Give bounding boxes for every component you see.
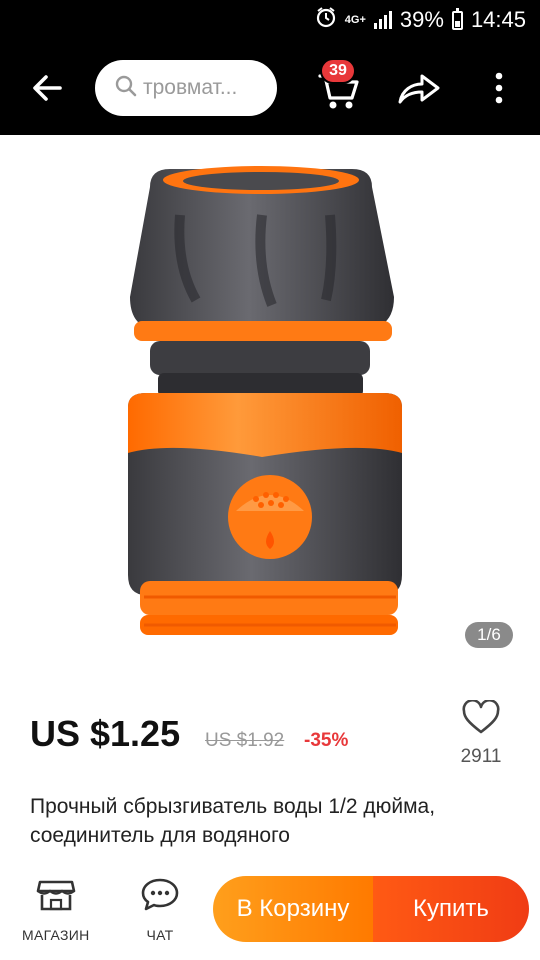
image-counter: 1/6 (465, 622, 513, 648)
battery-icon (451, 7, 463, 30)
discount-badge: -35% (304, 730, 349, 751)
back-arrow-icon[interactable] (28, 70, 68, 106)
share-icon[interactable] (396, 70, 442, 106)
product-image[interactable] (0, 135, 540, 675)
chat-label: ЧАТ (146, 927, 174, 943)
product-title: Прочный сбрызгиватель воды 1/2 дюйма, со… (30, 795, 436, 847)
chat-button[interactable]: ЧАТ (140, 876, 180, 943)
heart-icon[interactable] (462, 698, 500, 736)
search-input[interactable]: тровмат... (95, 60, 277, 116)
store-icon (36, 876, 76, 917)
search-text: тровмат... (143, 76, 238, 99)
network-type: 4G+ (344, 13, 366, 26)
add-to-cart-button[interactable]: В Корзину (213, 876, 373, 942)
search-icon (115, 75, 137, 102)
status-bar: 4G+ 39% 14:45 (0, 0, 540, 40)
wishlist-count: 2911 (460, 746, 502, 767)
store-label: МАГАЗИН (22, 927, 90, 943)
signal-icon (373, 11, 392, 29)
clock: 14:45 (470, 7, 526, 32)
price: US $1.25 (30, 713, 181, 754)
battery-percent: 39% (399, 7, 444, 32)
cart-count-badge: 39 (320, 58, 356, 84)
store-button[interactable]: МАГАЗИН (22, 876, 90, 943)
app-bar: тровмат... 39 (0, 40, 540, 135)
alarm-icon (315, 6, 337, 34)
bottom-action-bar: МАГАЗИН ЧАТ В Корзину Купить (0, 858, 540, 960)
chat-icon (140, 876, 180, 917)
buy-now-button[interactable]: Купить (373, 876, 529, 942)
old-price: US $1.92 (205, 730, 285, 751)
more-options-icon[interactable] (492, 70, 506, 106)
